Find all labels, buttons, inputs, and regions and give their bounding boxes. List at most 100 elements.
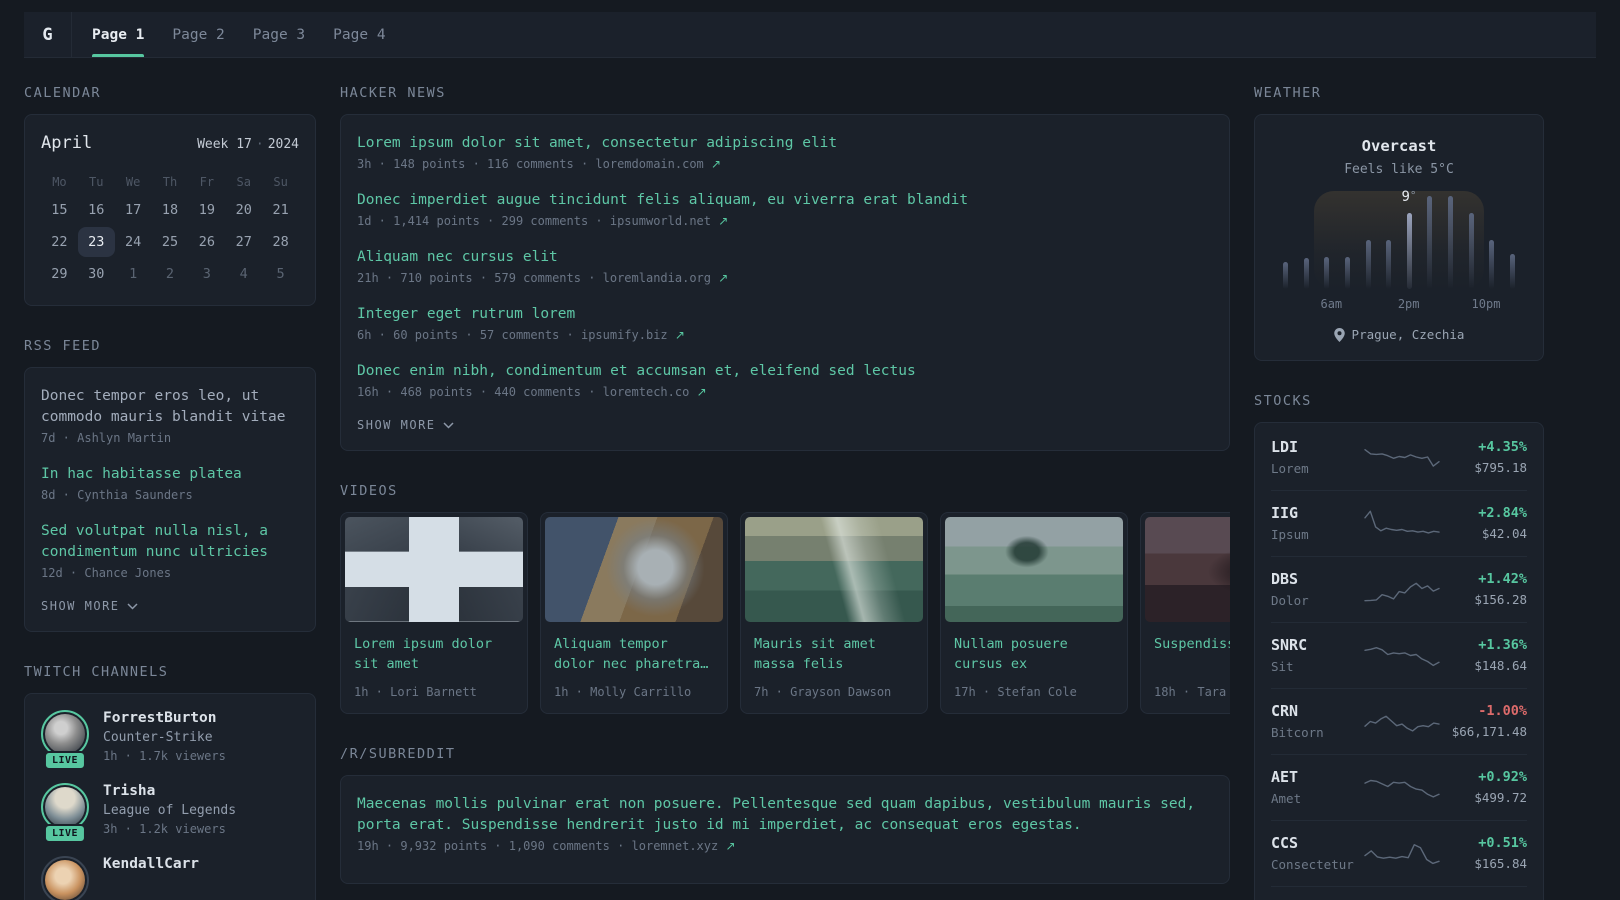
avatar (41, 856, 89, 900)
stock-symbol: AET (1271, 768, 1299, 786)
stock-symbol: CRN (1271, 702, 1299, 720)
calendar-weekday-label: We (125, 175, 141, 189)
stock-sparkline (1363, 508, 1441, 538)
stock-change-percent: +0.92% (1478, 769, 1527, 785)
stock-price: $795.18 (1474, 460, 1527, 475)
video-card[interactable]: Aliquam tempor dolor nec pharetra… 1h · M… (540, 512, 728, 714)
rss-show-more-button[interactable]: SHOW MORE (41, 599, 299, 613)
stock-row-aet[interactable]: AET Amet +0.92% $499.72 (1271, 755, 1527, 821)
stock-identity: DBS Dolor (1271, 570, 1363, 608)
hackernews-item-list: Lorem ipsum dolor sit amet, consectetur … (357, 133, 1213, 399)
weather-bar (1365, 240, 1371, 289)
twitch-avatar-wrap: LIVE (41, 710, 89, 770)
hackernews-item-meta: 1d · 1,414 points · 299 comments · ipsum… (357, 214, 729, 228)
video-title: Aliquam tempor dolor nec pharetra… (554, 636, 709, 672)
hackernews-show-more-label: SHOW MORE (357, 418, 436, 432)
weather-bar-group (1283, 191, 1515, 289)
weather-bar (1324, 256, 1330, 289)
twitch-channel-info: Trisha League of Legends 3h · 1.2k viewers (103, 783, 236, 836)
tab-page-4[interactable]: Page 4 (333, 12, 385, 57)
twitch-channel-item[interactable]: LIVE ForrestBurton Counter-Strike 1h · 1.7k… (41, 710, 299, 770)
stock-price: $156.28 (1474, 592, 1527, 607)
hackernews-item-title[interactable]: Donec enim nibh, condimentum et accumsan… (357, 361, 1213, 382)
twitch-channel-item[interactable]: KendallCarr (41, 856, 299, 900)
rss-item: Donec tempor eros leo, ut commodo mauris… (41, 386, 299, 445)
video-thumbnail (745, 517, 923, 622)
stock-row-ccs[interactable]: CCS Consectetur +0.51% $165.84 (1271, 821, 1527, 887)
video-thumbnail (945, 517, 1123, 622)
rss-item-meta: 7d · Ashlyn Martin (41, 431, 172, 445)
tab-page-3[interactable]: Page 3 (253, 12, 305, 57)
hackernews-item-meta: 3h · 148 points · 116 comments · loremdo… (357, 157, 722, 171)
hackernews-item-title[interactable]: Integer eget rutrum lorem (357, 304, 1213, 325)
weather-axis-labels: 6am 2pm 10pm (1283, 297, 1515, 313)
calendar-header: April Week 17 · 2024 (41, 133, 299, 153)
weather-bar (1283, 261, 1288, 289)
calendar-weekday-label: Fr (199, 175, 215, 189)
stock-row-dbs[interactable]: DBS Dolor +1.42% $156.28 (1271, 557, 1527, 623)
twitch-section-title: TWITCH CHANNELS (24, 664, 169, 680)
twitch-channel-item[interactable]: LIVE Trisha League of Legends 3h · 1.2k vie… (41, 783, 299, 843)
stock-values: +0.51% $165.84 (1441, 835, 1527, 871)
subreddit-widget: /R/SUBREDDIT Maecenas mollis pulvinar er… (340, 746, 1230, 884)
twitch-card: LIVE ForrestBurton Counter-Strike 1h · 1.7k… (24, 693, 316, 900)
twitch-channel-info: ForrestBurton Counter-Strike 1h · 1.7k vie… (103, 710, 226, 763)
video-card[interactable]: Mauris sit amet massa felis 7h · Grayson … (740, 512, 928, 714)
subreddit-item: Maecenas mollis pulvinar erat non posuer… (357, 794, 1213, 853)
stock-values: -1.00% $66,171.48 (1441, 703, 1527, 739)
video-title: Lorem ipsum dolor sit amet consectetu… (354, 636, 493, 672)
hackernews-item: Lorem ipsum dolor sit amet, consectetur … (357, 133, 1213, 171)
map-pin-icon (1333, 327, 1345, 342)
subreddit-section-title: /R/SUBREDDIT (340, 746, 456, 762)
hackernews-item-title[interactable]: Aliquam nec cursus elit (357, 247, 1213, 268)
stock-symbol: DBS (1271, 570, 1299, 588)
calendar-weekday-label: Mo (52, 175, 67, 189)
video-card[interactable]: Nullam posuere cursus ex 17h · Stefan Col… (940, 512, 1128, 714)
calendar-week-year: Week 17 · 2024 (197, 137, 299, 152)
rss-item-title[interactable]: Sed volutpat nulla nisl, a condimentum n… (41, 521, 299, 563)
external-link-icon: ↗ (718, 214, 729, 228)
video-card-row: Lorem ipsum dolor sit amet consectetu… 1h… (340, 512, 1230, 714)
calendar-day: 2 (165, 266, 175, 282)
rss-item-meta: 8d · Cynthia Saunders (41, 488, 193, 502)
video-card[interactable]: Lorem ipsum dolor sit amet consectetu… 1h… (340, 512, 528, 714)
stock-row-ldi[interactable]: LDI Lorem +4.35% $795.18 (1271, 425, 1527, 491)
hackernews-item-title[interactable]: Lorem ipsum dolor sit amet, consectetur … (357, 133, 1213, 154)
stock-price: $165.84 (1474, 856, 1527, 871)
weather-bar (1344, 256, 1350, 289)
hackernews-show-more-button[interactable]: SHOW MORE (357, 418, 1213, 432)
video-meta: 1h · Molly Carrillo (554, 685, 692, 699)
twitch-channel-game: League of Legends (103, 803, 237, 818)
hackernews-item-title[interactable]: Donec imperdiet augue tincidunt felis al… (357, 190, 1213, 211)
stock-identity: SNRC Sit (1271, 636, 1363, 674)
subreddit-item-title[interactable]: Maecenas mollis pulvinar erat non posuer… (357, 794, 1213, 836)
stock-identity: CCS Consectetur (1271, 834, 1363, 872)
stock-row-snrc[interactable]: SNRC Sit +1.36% $148.64 (1271, 623, 1527, 689)
video-thumbnail (345, 517, 523, 622)
stock-company-name: Bitcorn (1271, 725, 1324, 740)
stock-row-iig[interactable]: IIG Ipsum +2.84% $42.04 (1271, 491, 1527, 557)
tab-page-1[interactable]: Page 1 (92, 12, 145, 57)
avatar-image (45, 714, 85, 754)
rss-item-title[interactable]: Donec tempor eros leo, ut commodo mauris… (41, 386, 299, 428)
video-card[interactable]: Suspendisse diam 18h · Tara (1140, 512, 1230, 714)
weather-axis-label: 10pm (1471, 297, 1501, 311)
calendar-day: 30 (88, 266, 105, 282)
twitch-channel-name: ForrestBurton (103, 710, 217, 726)
video-thumbnail (545, 517, 723, 622)
external-link-icon: ↗ (674, 328, 685, 342)
calendar-day: 20 (235, 202, 252, 218)
rss-item-title[interactable]: In hac habitasse platea (41, 464, 299, 485)
stock-row-ahs[interactable]: AHS+0.46% (1271, 887, 1527, 900)
calendar-day: 29 (51, 266, 68, 282)
tab-page-2[interactable]: Page 2 (172, 12, 224, 57)
app-logo[interactable]: G (24, 12, 72, 57)
twitch-avatar-wrap: LIVE (41, 783, 89, 843)
sparkline-chart (1364, 843, 1440, 865)
twitch-widget: TWITCH CHANNELS LIVE ForrestBurton Counter… (24, 664, 316, 900)
stock-row-crn[interactable]: CRN Bitcorn -1.00% $66,171.48 (1271, 689, 1527, 755)
stock-sparkline (1363, 640, 1441, 670)
live-badge: LIVE (43, 751, 87, 770)
twitch-channel-name: KendallCarr (103, 856, 200, 872)
calendar-week: Week 17 (197, 137, 252, 152)
